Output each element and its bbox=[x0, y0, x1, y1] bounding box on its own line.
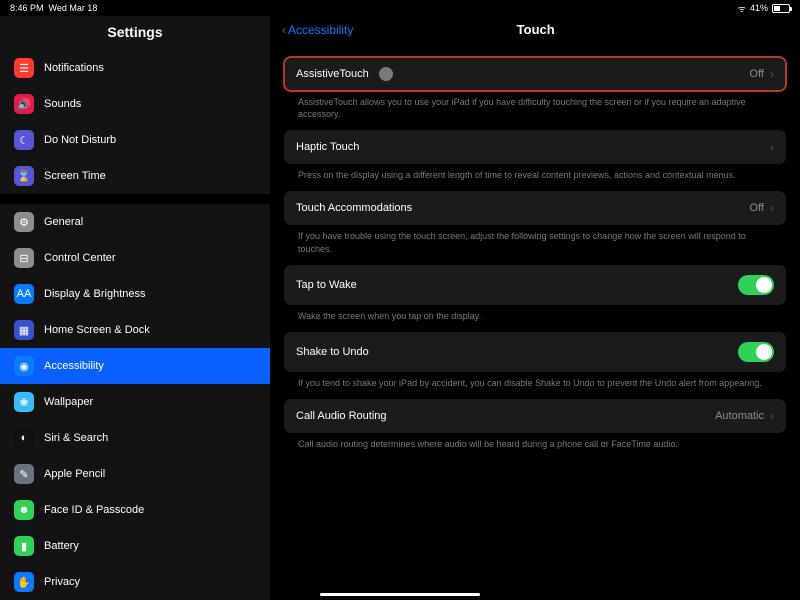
notifications-icon: ☰ bbox=[14, 58, 34, 78]
sidebar-item-screen-time[interactable]: ⌛ Screen Time bbox=[0, 158, 270, 194]
sidebar-item-siri[interactable]: ◐ Siri & Search bbox=[0, 420, 270, 456]
cell-haptic-touch[interactable]: Haptic Touch › bbox=[284, 130, 786, 164]
settings-sidebar: Settings ☰ Notifications 🔊 Sounds ☾ Do Not Di… bbox=[0, 16, 270, 600]
home-indicator[interactable] bbox=[320, 593, 480, 596]
cell-call-audio-routing[interactable]: Call Audio Routing Automatic › bbox=[284, 399, 786, 433]
cell-label: Touch Accommodations bbox=[296, 202, 412, 214]
sidebar-item-label: Display & Brightness bbox=[44, 288, 146, 300]
chevron-right-icon: › bbox=[770, 409, 774, 423]
sidebar-item-control-center[interactable]: ⊟ Control Center bbox=[0, 240, 270, 276]
sidebar-item-label: Home Screen & Dock bbox=[44, 324, 150, 336]
privacy-icon: ✋ bbox=[14, 572, 34, 592]
cell-touch-accommodations[interactable]: Touch Accommodations Off › bbox=[284, 191, 786, 225]
cell-assistivetouch[interactable]: AssistiveTouch Off › bbox=[284, 57, 786, 91]
cell-label: AssistiveTouch bbox=[296, 68, 369, 80]
screen-time-icon: ⌛ bbox=[14, 166, 34, 186]
sidebar-item-label: Do Not Disturb bbox=[44, 134, 116, 146]
sidebar-item-sounds[interactable]: 🔊 Sounds bbox=[0, 86, 270, 122]
sidebar-item-dnd[interactable]: ☾ Do Not Disturb bbox=[0, 122, 270, 158]
sidebar-item-label: Control Center bbox=[44, 252, 116, 264]
accessibility-icon: ◉ bbox=[14, 356, 34, 376]
battery-percent: 41% bbox=[750, 3, 768, 13]
wallpaper-icon: ❀ bbox=[14, 392, 34, 412]
footnote: Wake the screen when you tap on the disp… bbox=[284, 305, 786, 322]
content-pane: ‹ Accessibility Touch AssistiveTouch Off ›… bbox=[270, 16, 800, 600]
cell-label: Tap to Wake bbox=[296, 279, 357, 291]
footnote: Press on the display using a different l… bbox=[284, 164, 786, 181]
sidebar-item-label: Notifications bbox=[44, 62, 104, 74]
chevron-right-icon: › bbox=[770, 201, 774, 215]
sidebar-item-notifications[interactable]: ☰ Notifications bbox=[0, 50, 270, 86]
tap-to-wake-toggle[interactable] bbox=[738, 275, 774, 295]
sidebar-item-battery[interactable]: ▮ Battery bbox=[0, 528, 270, 564]
cell-shake-to-undo[interactable]: Shake to Undo bbox=[284, 332, 786, 372]
cell-value: Off bbox=[750, 68, 764, 80]
battery-icon bbox=[772, 4, 790, 13]
sidebar-item-label: Face ID & Passcode bbox=[44, 504, 144, 516]
cell-tap-to-wake[interactable]: Tap to Wake bbox=[284, 265, 786, 305]
chevron-right-icon: › bbox=[770, 67, 774, 81]
sidebar-item-privacy[interactable]: ✋ Privacy bbox=[0, 564, 270, 600]
general-icon: ⚙ bbox=[14, 212, 34, 232]
sidebar-item-label: Screen Time bbox=[44, 170, 106, 182]
sidebar-item-apple-pencil[interactable]: ✎ Apple Pencil bbox=[0, 456, 270, 492]
content-header: ‹ Accessibility Touch bbox=[270, 16, 800, 47]
assistivetouch-dot-icon bbox=[379, 67, 393, 81]
sidebar-item-label: Apple Pencil bbox=[44, 468, 105, 480]
shake-to-undo-toggle[interactable] bbox=[738, 342, 774, 362]
footnote: Call audio routing determines where audi… bbox=[284, 433, 786, 450]
sidebar-item-label: Sounds bbox=[44, 98, 81, 110]
sidebar-item-faceid[interactable]: ☻ Face ID & Passcode bbox=[0, 492, 270, 528]
sidebar-item-label: General bbox=[44, 216, 83, 228]
sidebar-item-label: Privacy bbox=[44, 576, 80, 588]
sidebar-item-label: Siri & Search bbox=[44, 432, 108, 444]
status-bar: 8:46 PM Wed Mar 18 ᯤ 41% bbox=[0, 0, 800, 16]
sidebar-title: Settings bbox=[0, 16, 270, 50]
status-right: ᯤ 41% bbox=[738, 2, 790, 15]
footnote: If you have trouble using the touch scre… bbox=[284, 225, 786, 254]
footnote: AssistiveTouch allows you to use your iP… bbox=[284, 91, 786, 120]
control-center-icon: ⊟ bbox=[14, 248, 34, 268]
wifi-icon: ᯤ bbox=[738, 2, 746, 15]
sidebar-item-accessibility[interactable]: ◉ Accessibility bbox=[0, 348, 270, 384]
chevron-right-icon: › bbox=[770, 140, 774, 154]
cell-label: Haptic Touch bbox=[296, 141, 359, 153]
sidebar-item-display[interactable]: AA Display & Brightness bbox=[0, 276, 270, 312]
dnd-icon: ☾ bbox=[14, 130, 34, 150]
page-title: Touch bbox=[283, 22, 788, 37]
sidebar-item-label: Accessibility bbox=[44, 360, 104, 372]
cell-label: Call Audio Routing bbox=[296, 410, 387, 422]
sidebar-item-label: Wallpaper bbox=[44, 396, 93, 408]
cell-value: Automatic bbox=[715, 410, 764, 422]
cell-value: Off bbox=[750, 202, 764, 214]
sidebar-item-home-dock[interactable]: ▦ Home Screen & Dock bbox=[0, 312, 270, 348]
cell-label: Shake to Undo bbox=[296, 346, 369, 358]
battery-icon: ▮ bbox=[14, 536, 34, 556]
home-dock-icon: ▦ bbox=[14, 320, 34, 340]
faceid-icon: ☻ bbox=[14, 500, 34, 520]
footnote: If you tend to shake your iPad by accide… bbox=[284, 372, 786, 389]
status-time-date: 8:46 PM Wed Mar 18 bbox=[10, 3, 97, 13]
sidebar-item-general[interactable]: ⚙ General bbox=[0, 204, 270, 240]
sidebar-item-label: Battery bbox=[44, 540, 79, 552]
sidebar-item-wallpaper[interactable]: ❀ Wallpaper bbox=[0, 384, 270, 420]
sounds-icon: 🔊 bbox=[14, 94, 34, 114]
apple-pencil-icon: ✎ bbox=[14, 464, 34, 484]
siri-icon: ◐ bbox=[14, 428, 34, 448]
display-icon: AA bbox=[14, 284, 34, 304]
